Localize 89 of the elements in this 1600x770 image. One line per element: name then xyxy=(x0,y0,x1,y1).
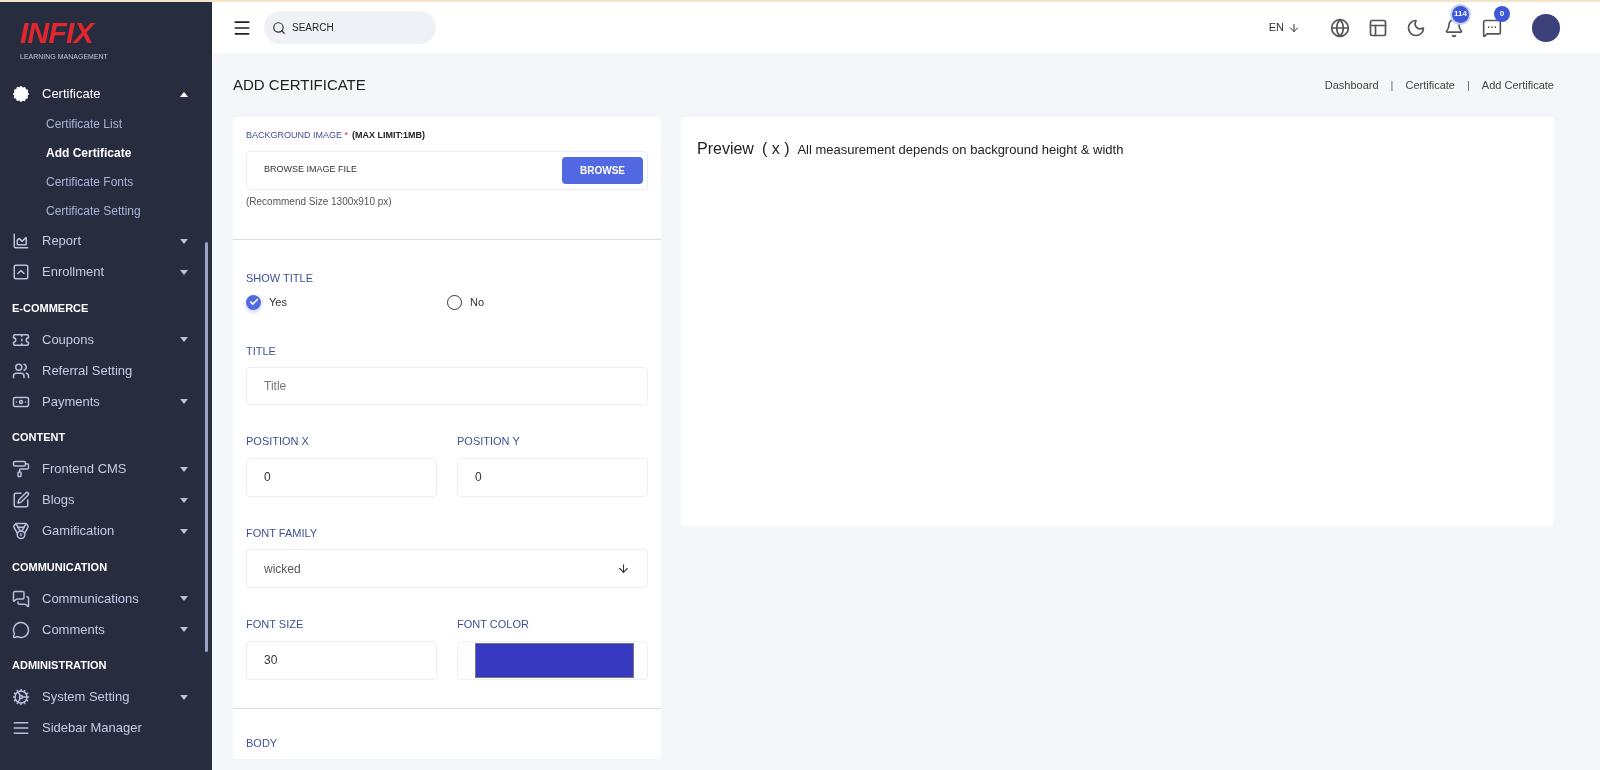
caret-icon xyxy=(180,528,188,534)
field-label: BACKGROUND IMAGE * (MAX LIMIT:1MB) xyxy=(246,129,427,142)
comment-icon xyxy=(12,620,30,639)
language-selector[interactable]: EN xyxy=(1268,19,1300,36)
sidebar-item[interactable]: Enrollment xyxy=(0,256,212,288)
sidebar-section-heading: COMMUNICATION xyxy=(11,559,109,575)
sidebar-item[interactable]: Communications xyxy=(0,583,212,614)
check-icon xyxy=(248,297,259,308)
sidebar-subitem[interactable]: Add Certificate xyxy=(0,138,212,168)
caret-icon xyxy=(180,694,188,700)
sidebar-item[interactable]: Blogs xyxy=(0,484,212,516)
caret-icon xyxy=(180,497,188,503)
preview-marker: ( x ) xyxy=(761,139,790,159)
sidebar-subitem[interactable]: Certificate Fonts xyxy=(0,167,212,197)
medal-icon xyxy=(12,522,30,540)
breadcrumb-link[interactable]: Add Certificate xyxy=(1481,76,1554,94)
browse-button[interactable]: BROWSE xyxy=(562,156,643,184)
breadcrumb-link[interactable]: Dashboard xyxy=(1324,76,1379,94)
sidebar-item[interactable]: Comments xyxy=(0,614,212,645)
field-label: POSITION Y xyxy=(457,434,521,449)
breadcrumb-separator: | xyxy=(1467,77,1470,93)
edit-icon xyxy=(12,491,30,509)
caret-icon xyxy=(180,91,188,97)
radio-option[interactable]: No xyxy=(447,294,648,311)
font-size-field[interactable]: 30 xyxy=(246,640,437,680)
search-field[interactable]: SEARCH xyxy=(264,11,436,44)
layout-icon[interactable] xyxy=(1368,17,1388,38)
arrow-down-icon xyxy=(617,562,630,575)
sidebar-item[interactable]: System Setting xyxy=(0,681,212,713)
bell-icon[interactable] xyxy=(1444,17,1464,38)
caret-icon xyxy=(180,399,188,404)
breadcrumb-link[interactable]: Certificate xyxy=(1405,76,1455,94)
field-label: BODY xyxy=(246,735,279,751)
field-label: FONT SIZE xyxy=(246,617,305,632)
moon-icon[interactable] xyxy=(1406,17,1426,38)
sidebar-section-heading: E-COMMERCE xyxy=(11,300,90,316)
sidebar-item[interactable]: Sidebar Manager xyxy=(0,712,212,744)
settings-icon xyxy=(12,688,30,706)
breadcrumb-separator: | xyxy=(1390,77,1394,93)
search-icon xyxy=(272,21,286,35)
page-title: ADD CERTIFICATE xyxy=(233,74,366,95)
field-label: POSITION X xyxy=(246,434,310,449)
font-family-select[interactable]: wicked xyxy=(246,549,648,588)
file-input[interactable]: BROWSE IMAGE FILE BROWSE xyxy=(246,150,648,190)
logo: INFIX xyxy=(20,18,96,48)
globe-icon[interactable] xyxy=(1330,17,1350,38)
scrollbar[interactable] xyxy=(205,242,208,652)
title-field[interactable]: Title xyxy=(246,367,648,405)
sidebar-subitem[interactable]: Certificate Setting xyxy=(0,196,212,226)
file-placeholder: BROWSE IMAGE FILE xyxy=(264,163,357,177)
message-icon[interactable] xyxy=(1482,17,1502,38)
sidebar-item[interactable]: Report xyxy=(0,225,212,257)
message-count: 0 xyxy=(1494,5,1510,22)
caret-icon xyxy=(180,238,188,244)
sidebar-item[interactable]: Payments xyxy=(0,386,212,417)
color-field[interactable] xyxy=(457,640,648,680)
field-label: TITLE xyxy=(246,343,277,359)
sidebar-item[interactable]: Certificate xyxy=(0,78,212,110)
caret-icon xyxy=(180,337,188,342)
hint-text: (Recommend Size 1300x910 px) xyxy=(246,194,393,209)
sidebar-item[interactable]: Frontend CMS xyxy=(0,453,212,485)
caret-icon xyxy=(180,269,188,275)
radio-option[interactable]: Yes xyxy=(246,294,447,311)
radio-button[interactable] xyxy=(246,294,261,310)
sidebar-section-heading: CONTENT xyxy=(11,430,67,445)
field-label: FONT FAMILY xyxy=(246,525,319,541)
sidebar-section-heading: ADMINISTRATION xyxy=(11,658,108,673)
sidebar-subitem[interactable]: Certificate List xyxy=(0,109,212,139)
field-label: SHOW TITLE xyxy=(246,270,315,286)
notification-count: 114 xyxy=(1452,5,1469,23)
caret-icon xyxy=(180,596,188,601)
caret-icon xyxy=(180,627,188,632)
preview-note: All measurement depends on background height & width xyxy=(797,141,1124,159)
sidebar-item[interactable]: Coupons xyxy=(0,324,212,355)
chat-icon xyxy=(12,589,30,608)
menu-lines-icon xyxy=(12,719,30,737)
avatar[interactable] xyxy=(1532,13,1560,42)
preview-title: Preview xyxy=(697,139,754,159)
chart-icon xyxy=(12,232,30,250)
badge-icon xyxy=(12,85,30,103)
users-icon xyxy=(12,361,30,380)
arrow-down-icon xyxy=(1288,21,1300,34)
position-x-field[interactable]: 0 xyxy=(246,457,437,497)
sidebar-item[interactable]: Referral Setting xyxy=(0,355,212,386)
caret-icon xyxy=(180,466,188,472)
sidebar-item[interactable]: Gamification xyxy=(0,515,212,547)
field-label: FONT COLOR xyxy=(457,617,530,632)
position-y-field[interactable]: 0 xyxy=(457,457,648,497)
paint-roller-icon xyxy=(12,460,30,478)
